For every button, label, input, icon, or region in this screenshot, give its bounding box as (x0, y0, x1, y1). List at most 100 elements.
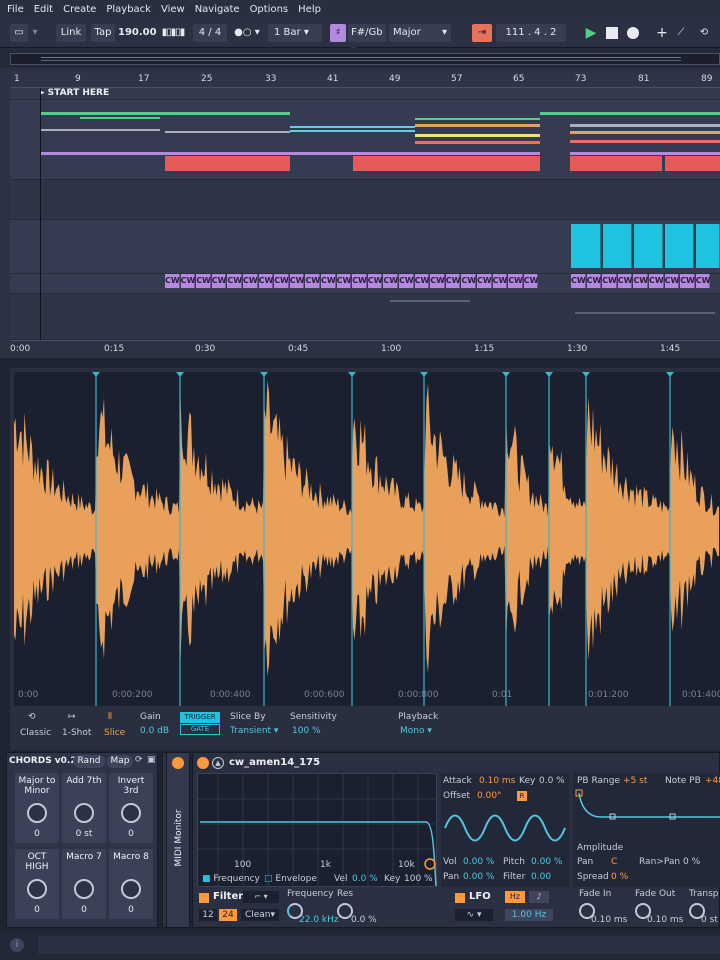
frequency-checkbox[interactable]: ■ Frequency (202, 874, 260, 884)
macro-knob[interactable] (27, 879, 47, 899)
tempo-field[interactable]: 190.00 (118, 24, 157, 42)
macro-knob[interactable] (74, 879, 94, 899)
lfo-waveform-select[interactable]: ∿ ▾ (455, 909, 493, 921)
slice-handle-icon[interactable] (502, 372, 510, 377)
track-lane-synths[interactable] (10, 100, 720, 180)
follow-icon[interactable]: ●○ ▾ (232, 24, 262, 42)
locator-start-here[interactable]: ▸ START HERE (40, 88, 109, 98)
filter-type-select[interactable]: ⌐ ▾ (243, 891, 279, 903)
slice-handle-icon[interactable] (260, 372, 268, 377)
macro-knob[interactable] (74, 803, 94, 823)
loop-icon[interactable]: ⇥ (472, 24, 492, 42)
cw-clip[interactable]: CW (508, 274, 523, 288)
envelope-checkbox[interactable]: □ Envelope (264, 874, 317, 884)
filter-toggle[interactable] (199, 893, 209, 903)
gate-button[interactable]: GATE (180, 724, 220, 735)
metronome-icon[interactable]: ▮▯▮▯▮ (158, 24, 188, 42)
cw-clip[interactable]: CW (680, 274, 695, 288)
lfo-display[interactable]: Attack 0.10 ms Key 0.0 % Offset 0.00° R … (441, 773, 569, 887)
slice-by-select[interactable]: Transient ▾ (230, 726, 278, 736)
menu-navigate[interactable]: Navigate (195, 4, 240, 15)
pitch-value[interactable]: 0.00 % (531, 857, 562, 867)
macro-4[interactable]: OCT HIGH 0 (15, 849, 59, 919)
pb-range-value[interactable]: +5 st (623, 776, 647, 786)
key-value[interactable]: 100 % (404, 874, 433, 884)
cw-clip[interactable]: CW (305, 274, 320, 288)
cw-clip[interactable]: CW (227, 274, 242, 288)
pan-value[interactable]: 0.00 % (463, 872, 494, 882)
amp-pan-value[interactable]: C (611, 857, 617, 867)
track-lane-bass[interactable] (10, 180, 720, 220)
cw-clip[interactable]: CW (336, 274, 351, 288)
break-clip[interactable] (603, 224, 632, 268)
macro-knob[interactable] (121, 879, 141, 899)
cw-clip[interactable]: CW (321, 274, 336, 288)
cw-clip[interactable]: CW (461, 274, 476, 288)
tap-tempo-button[interactable]: Tap (91, 24, 115, 42)
cw-clip[interactable]: CW (414, 274, 429, 288)
menu-view[interactable]: View (161, 4, 185, 15)
add-icon[interactable]: + (655, 24, 669, 42)
cw-clip[interactable]: CW (165, 274, 180, 288)
macro-5[interactable]: Macro 7 0 (62, 849, 106, 919)
cw-clip[interactable]: CW (243, 274, 258, 288)
map-button[interactable]: Map (107, 755, 133, 768)
classic-mode-button[interactable]: Classic (20, 728, 51, 738)
cw-clip[interactable]: CW (602, 274, 617, 288)
lfo-filter-value[interactable]: 0.00 (531, 872, 551, 882)
slice-handle-icon[interactable] (666, 372, 674, 377)
lfo-rate-value[interactable]: 1.00 Hz (505, 909, 553, 921)
track-lane-breaks[interactable] (10, 220, 720, 274)
macro-knob[interactable] (27, 803, 47, 823)
link-button[interactable]: Link (56, 24, 86, 42)
slope-12-button[interactable]: 12 (199, 909, 217, 921)
automation-icon[interactable]: ⟋ (673, 24, 689, 42)
arrangement-overview[interactable] (0, 48, 720, 68)
time-ruler[interactable]: 0:00 0:15 0:30 0:45 1:00 1:15 1:30 1:45 (10, 340, 720, 358)
device-power-icon[interactable] (172, 757, 184, 769)
record-button[interactable] (624, 24, 642, 42)
rand-button[interactable]: Rand (73, 755, 105, 768)
menu-file[interactable]: File (7, 4, 24, 15)
lfo-hz-button[interactable]: Hz (505, 891, 525, 903)
cw-clip[interactable]: CW (258, 274, 273, 288)
playback-select[interactable]: Mono ▾ (400, 726, 432, 736)
menu-options[interactable]: Options (250, 4, 289, 15)
cw-clip[interactable]: CW (633, 274, 648, 288)
macro-2[interactable]: Add 7th 0 st (62, 773, 106, 843)
song-position-field[interactable]: 111 . 4 . 2 (496, 24, 566, 42)
cw-clip[interactable]: CW (352, 274, 367, 288)
overview-strip[interactable] (10, 53, 720, 65)
cw-clip[interactable]: CW (196, 274, 211, 288)
cw-clip[interactable]: CW (477, 274, 492, 288)
computer-keyboard-icon[interactable]: ▭ (10, 24, 28, 42)
cw-clip[interactable]: CW (180, 274, 195, 288)
lfo-key-value[interactable]: 0.0 % (539, 776, 565, 786)
break-clip[interactable] (696, 224, 720, 268)
expand-icon[interactable]: ▲ (212, 757, 224, 769)
cw-clip[interactable]: CW (211, 274, 227, 288)
cw-clip[interactable]: CW (664, 274, 679, 288)
macro-6[interactable]: Macro 8 0 (109, 849, 153, 919)
cw-clip[interactable]: CW (367, 274, 383, 288)
track-lane-cw[interactable]: CW CW CW CW CW CW CW CW CW CW CW CW CW CW CW CW CW CW CW CW… (10, 274, 720, 294)
quantize-select[interactable]: 1 Bar ▾ (268, 24, 322, 42)
midi-monitor-device[interactable]: MIDI Monitor (166, 752, 190, 928)
retrigger-button[interactable]: R (517, 791, 527, 801)
gain-value[interactable]: 0.0 dB (140, 726, 169, 736)
vel-value[interactable]: 0.0 % (352, 874, 378, 884)
chevron-down-icon[interactable]: ▾ (30, 24, 40, 42)
info-icon[interactable]: i (10, 938, 24, 952)
save-icon[interactable]: ▣ (147, 755, 156, 765)
attack-value[interactable]: 0.10 ms (479, 776, 515, 786)
cw-clip[interactable]: CW (523, 274, 539, 288)
filter-graph[interactable]: 100 1k 10k ■ Frequency □ Envelope Vel 0.… (197, 773, 438, 888)
macro-1[interactable]: Major to Minor 0 (15, 773, 59, 843)
track-lane-fx[interactable] (10, 294, 720, 340)
slice-handle-icon[interactable] (348, 372, 356, 377)
slice-handle-icon[interactable] (92, 372, 100, 377)
key-select[interactable]: F#/Gb ▾ (348, 24, 386, 56)
lfo-toggle[interactable] (455, 893, 465, 903)
oneshot-mode-button[interactable]: 1-Shot (62, 728, 91, 738)
break-clip[interactable] (665, 224, 694, 268)
